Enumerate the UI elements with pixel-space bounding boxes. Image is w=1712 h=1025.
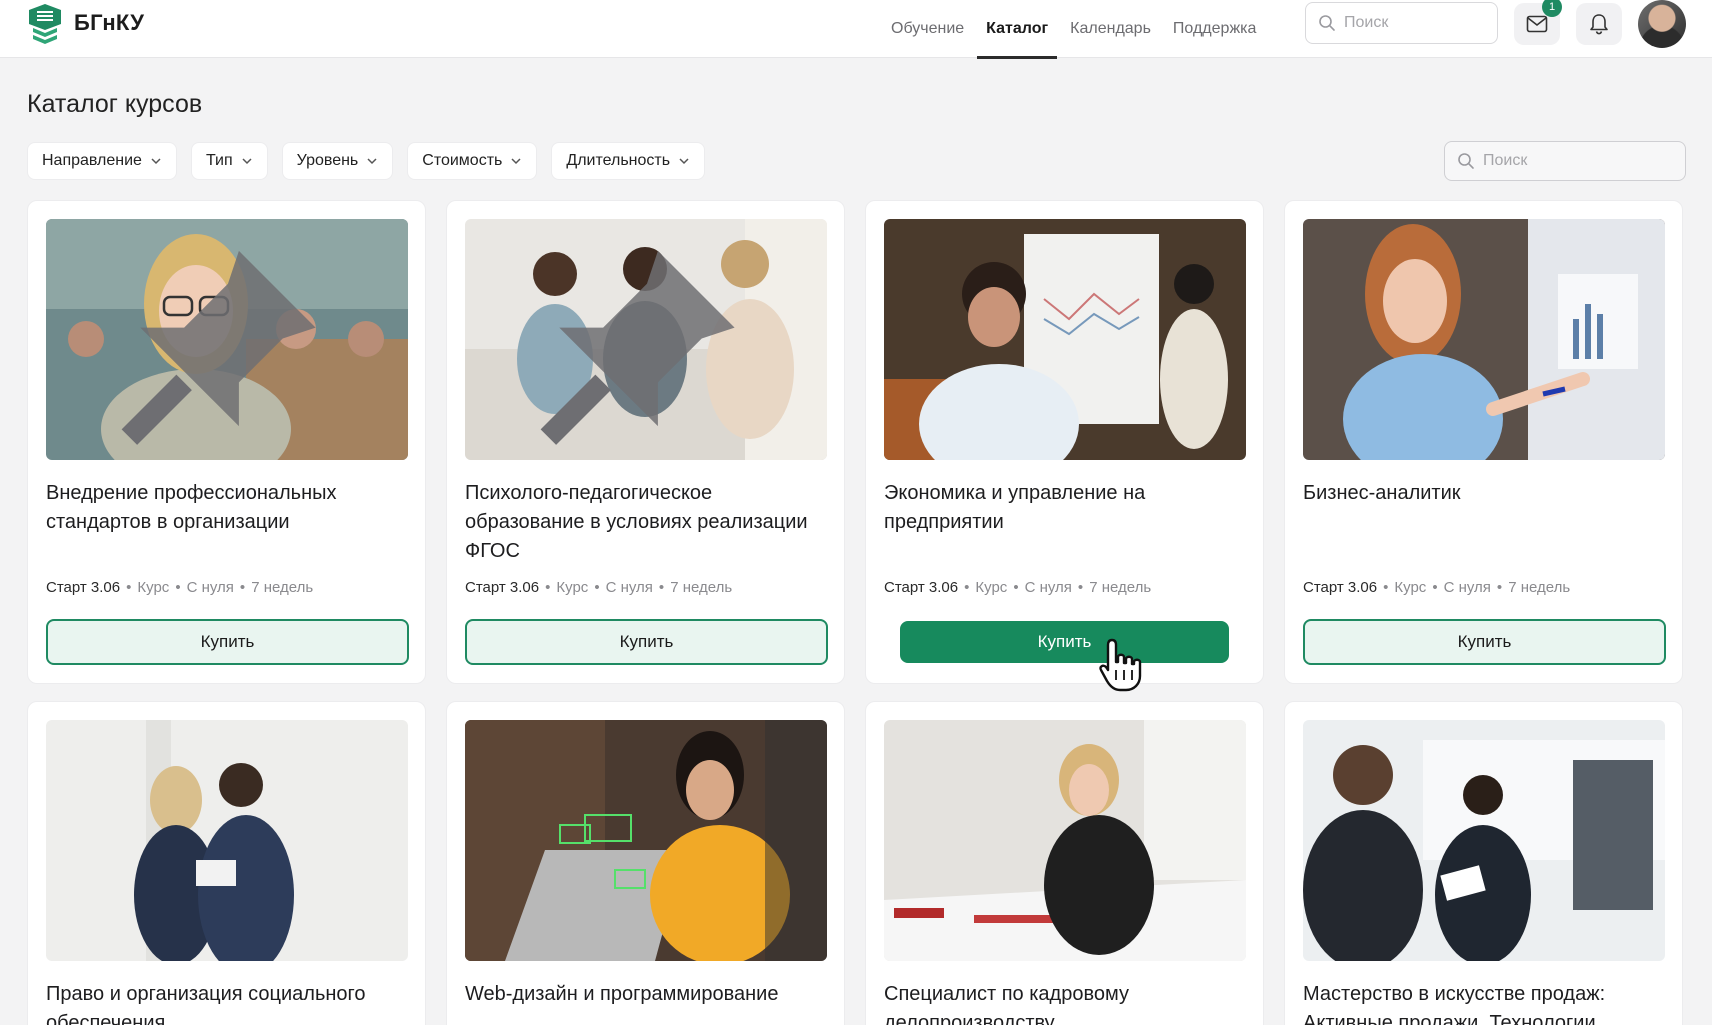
filter-label: Направление [42,152,142,169]
course-title: Мастерство в искусстве продаж: Активные … [1303,983,1606,1025]
chevron-down-icon [511,158,521,165]
course-type: Курс [556,579,589,596]
page-title: Каталог курсов [27,90,203,118]
logo[interactable]: БГнКУ [26,2,144,44]
course-card[interactable]: Web-дизайн и программирование [446,701,845,1025]
search-icon [1458,153,1474,169]
filter-type[interactable]: Тип [190,142,268,180]
filter-direction[interactable]: Направление [27,142,177,180]
avatar[interactable] [1638,0,1686,48]
brand-name: БГнКУ [74,10,145,35]
course-card[interactable]: Экономика и управление на предприятии Ст… [865,200,1264,684]
chevron-down-icon [151,158,161,165]
course-image [46,219,408,460]
catalog-search-input[interactable] [1483,152,1623,170]
course-start: Старт 3.06 [46,579,121,596]
course-level: С нуля [1443,579,1491,596]
filter-bar: Направление Тип Уровень Стоимость Длител… [27,142,706,180]
course-title: Специалист по кадровому делопроизводству [884,983,1129,1025]
chevron-down-icon [679,158,689,165]
course-start: Старт 3.06 [1303,579,1378,596]
notifications-button[interactable] [1576,3,1622,45]
catalog-search[interactable] [1444,141,1686,181]
course-meta: Старт 3.06 • Курс • С нуля • 7 недель [46,579,314,596]
course-image [46,720,408,961]
course-card[interactable]: Психолого-педагогическое образование в у… [446,200,845,684]
course-title: Бизнес-аналитик [1303,482,1461,504]
filter-level[interactable]: Уровень [281,142,394,180]
filter-label: Стоимость [422,152,503,169]
hand-cursor-icon [1099,638,1142,692]
chevron-down-icon [367,158,377,165]
course-type: Курс [975,579,1008,596]
course-title: Экономика и управление на предприятии [884,482,1146,533]
course-duration: 7 недель [670,579,733,596]
course-image [1303,219,1665,460]
mail-badge: 1 [1542,0,1562,17]
course-duration: 7 недель [1508,579,1571,596]
filter-price[interactable]: Стоимость [407,142,538,180]
course-type: Курс [137,579,170,596]
buy-button[interactable]: Купить [900,621,1229,663]
course-image [465,219,827,460]
course-level: С нуля [186,579,234,596]
buy-button[interactable]: Купить [1303,619,1666,665]
course-meta: Старт 3.06 • Курс • С нуля • 7 недель [884,579,1152,596]
course-level: С нуля [605,579,653,596]
logo-icon [29,4,61,44]
search-icon [1319,15,1335,31]
filter-label: Тип [205,152,233,169]
buy-button[interactable]: Купить [465,619,828,665]
course-start: Старт 3.06 [884,579,959,596]
buy-button[interactable]: Купить [46,619,409,665]
nav-item-support[interactable]: Поддержка [1162,0,1267,58]
bell-icon [1590,14,1608,35]
course-duration: 7 недель [1089,579,1152,596]
mail-icon [1526,15,1548,33]
course-image [884,720,1246,961]
course-title: Право и организация социального обеспече… [46,983,366,1025]
course-card[interactable]: Внедрение профессиональных стандартов в … [27,200,426,684]
course-card[interactable]: Бизнес-аналитик Старт 3.06 • Курс • С нуля • 7… [1284,200,1683,684]
course-meta: Старт 3.06 • Курс • С нуля • 7 недель [465,579,733,596]
course-image [465,720,827,961]
nav-item-catalog[interactable]: Каталог [975,0,1059,59]
filter-label: Уровень [296,152,359,169]
course-image [1303,720,1665,961]
course-card[interactable]: Специалист по кадровому делопроизводству [865,701,1264,1025]
course-meta: Старт 3.06 • Курс • С нуля • 7 недель [1303,579,1571,596]
pin-icon[interactable] [46,229,398,460]
course-level: С нуля [1024,579,1072,596]
course-duration: 7 недель [251,579,314,596]
top-header: БГнКУ Обучение Каталог Календарь Поддерж… [0,0,1712,59]
filter-duration[interactable]: Длительность [551,142,706,180]
chevron-down-icon [242,158,252,165]
mail-button[interactable]: 1 [1514,0,1562,45]
course-image [884,219,1246,460]
header-search[interactable] [1305,2,1498,44]
pin-icon[interactable] [465,229,817,460]
course-title: Психолого-педагогическое образование в у… [465,482,808,562]
course-title: Внедрение профессиональных стандартов в … [46,482,337,533]
course-type: Курс [1394,579,1427,596]
header-search-input[interactable] [1344,14,1484,32]
nav-item-learning[interactable]: Обучение [880,0,975,58]
filter-label: Длительность [566,152,671,169]
main-nav: Обучение Каталог Календарь Поддержка [880,0,1267,59]
nav-item-calendar[interactable]: Календарь [1059,0,1162,58]
course-start: Старт 3.06 [465,579,540,596]
course-card[interactable]: Право и организация социального обеспече… [27,701,426,1025]
course-title: Web-дизайн и программирование [465,983,779,1005]
course-card[interactable]: Мастерство в искусстве продаж: Активные … [1284,701,1683,1025]
